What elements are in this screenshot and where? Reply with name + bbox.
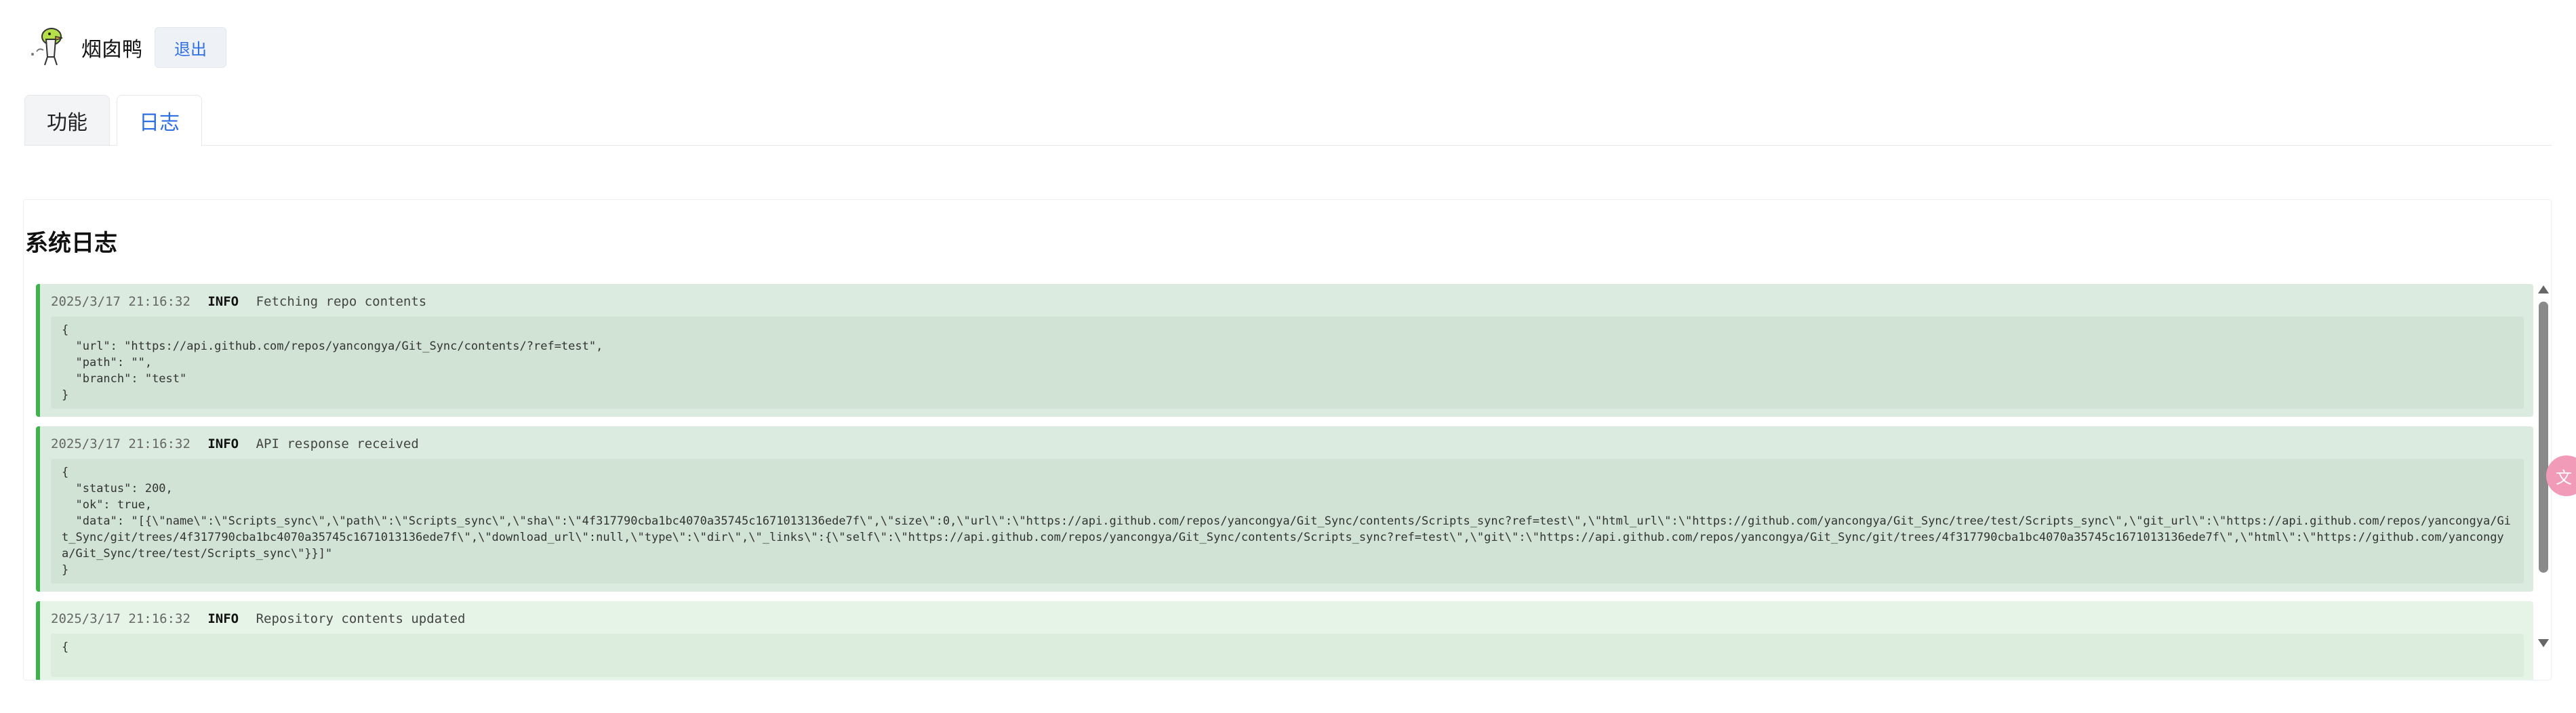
log-entry: 2025/3/17 21:16:32 INFO Repository conte… (36, 601, 2533, 680)
log-entry: 2025/3/17 21:16:32 INFO Fetching repo co… (36, 284, 2533, 417)
scroll-down-icon[interactable] (2538, 639, 2549, 647)
system-log-panel: 系统日志 2025/3/17 21:16:32 INFO Fetching re… (23, 199, 2552, 680)
log-header: 2025/3/17 21:16:32 INFO Fetching repo co… (51, 292, 2524, 311)
log-message: Repository contents updated (256, 611, 466, 626)
log-level: INFO (207, 436, 239, 451)
logout-button[interactable]: 退出 (155, 27, 226, 68)
log-details: { (51, 634, 2524, 677)
log-header: 2025/3/17 21:16:32 INFO API response rec… (51, 434, 2524, 453)
scroll-thumb[interactable] (2539, 302, 2548, 573)
log-details: { "url": "https://api.github.com/repos/y… (51, 317, 2524, 409)
log-timestamp: 2025/3/17 21:16:32 (51, 436, 190, 451)
log-header: 2025/3/17 21:16:32 INFO Repository conte… (51, 609, 2524, 628)
scroll-up-icon[interactable] (2538, 285, 2549, 293)
tab-logs[interactable]: 日志 (117, 95, 202, 146)
log-details: { "status": 200, "ok": true, "data": "[{… (51, 459, 2524, 584)
log-message: API response received (256, 436, 419, 451)
panel-title: 系统日志 (25, 230, 117, 257)
log-list[interactable]: 2025/3/17 21:16:32 INFO Fetching repo co… (36, 284, 2533, 680)
log-timestamp: 2025/3/17 21:16:32 (51, 294, 190, 309)
log-message: Fetching repo contents (256, 294, 427, 309)
tab-features[interactable]: 功能 (24, 95, 110, 145)
tab-bar: 功能 日志 (24, 95, 2552, 146)
log-entry: 2025/3/17 21:16:32 INFO API response rec… (36, 426, 2533, 592)
translate-icon: 文 (2556, 468, 2572, 487)
log-level: INFO (207, 611, 239, 626)
duck-avatar-icon (26, 24, 72, 70)
username: 烟囱鸭 (81, 38, 142, 62)
header: 烟囱鸭 退出 (26, 24, 226, 70)
log-timestamp: 2025/3/17 21:16:32 (51, 611, 190, 626)
log-level: INFO (207, 294, 239, 309)
